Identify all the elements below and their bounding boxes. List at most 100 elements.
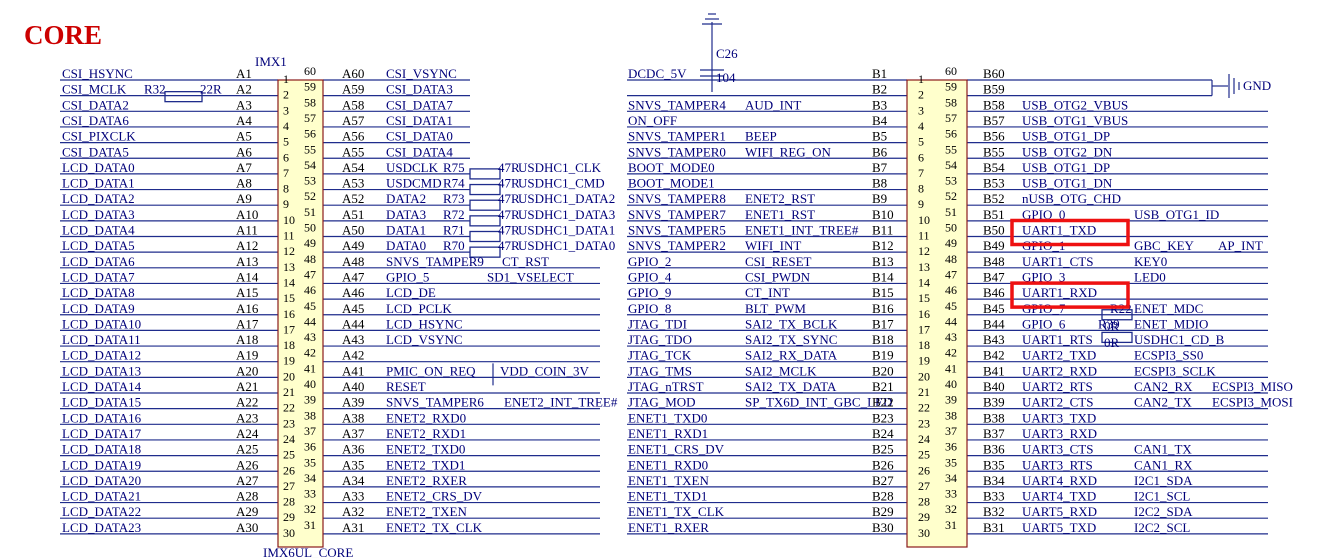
b-left-func-label: AUD_INT [745,97,801,112]
pin-b-label: B20 [872,363,894,378]
b-right-func-label: I2C1_SCL [1134,489,1190,504]
right-net-label: ENET2_RXD1 [386,426,466,441]
left-net-label: LCD_DATA2 [62,191,135,206]
pin-b-right-label: B35 [983,457,1005,472]
pin-b-label: B25 [872,442,894,457]
pin-b-right-label: B46 [983,285,1005,300]
b-left-net-label: SNVS_TAMPER5 [628,223,726,238]
pin-a-label: A3 [236,97,252,112]
pin-b-odd: 10 [918,213,930,227]
sd-resistor-ref: R73 [443,191,465,206]
b-right-net-label: UART1_CTS [1022,254,1093,269]
pin-number-even: 41 [304,361,316,375]
pin-a-right-label: A58 [342,97,364,112]
b-left-net-label: BOOT_MODE1 [628,176,715,191]
pin-a-label: A26 [236,457,259,472]
right-net-label: ENET2_TX_CLK [386,520,483,535]
pin-number-odd: 11 [283,229,295,243]
b-left-net-label: JTAG_TDO [628,332,692,347]
pin-a-label: A30 [236,520,258,535]
pin-b-even: 55 [945,142,957,156]
enet2-int-label: ENET2_INT_TREE# [504,395,618,410]
b-right-net-label: USB_OTG1_DP [1022,129,1110,144]
pin-a-label: A25 [236,442,258,457]
right-net-label: ENET2_TXEN [386,504,467,519]
b-left-net-label: DCDC_5V [628,66,687,81]
b-right-net-label: USB_OTG1_VBUS [1022,113,1128,128]
b-left-net-label: SNVS_TAMPER7 [628,207,726,222]
b-left-net-label: ENET1_RXD1 [628,426,708,441]
sd-resistor [469,230,501,243]
b-left-func-label: SAI2_RX_DATA [745,348,838,363]
b-right-net-label: UART2_CTS [1022,395,1093,410]
pin-b-right-label: B34 [983,473,1005,488]
pin-number-odd: 29 [283,510,295,524]
pin-number-even: 42 [304,346,316,360]
right-net-label: SNVS_TAMPER9 [386,254,484,269]
pin-a-label: A20 [236,363,258,378]
pin-b-label: B6 [872,144,888,159]
b-left-net-label: ENET1_TXD1 [628,489,707,504]
sd-resistor [469,199,501,211]
sd-resistor-ref: R74 [443,176,465,191]
pin-b-odd: 19 [918,354,930,368]
right-net-label: CSI_DATA1 [386,113,453,128]
b-right-net-label: UART4_RXD [1022,473,1097,488]
b-left-func-label: SAI2_TX_SYNC [745,332,837,347]
left-net-label: LCD_DATA4 [62,223,135,238]
pin-a-right-label: A50 [342,223,364,238]
pin-b-even: 41 [945,361,957,375]
pin-b-odd: 6 [918,150,924,164]
page-title: CORE [24,20,102,50]
pin-b-right-label: B43 [983,332,1005,347]
b-right-net-label: UART3_RXD [1022,426,1097,441]
pin-number-odd: 26 [283,463,295,477]
pin-number-odd: 9 [283,197,289,211]
pin-b-label: B24 [872,426,894,441]
right-net-label: DATA3 [386,207,426,222]
imx1-connector-b-body [906,79,968,548]
b-left-func-label: CT_INT [745,285,790,300]
b-right-net-label: USB_OTG1_DN [1022,176,1113,191]
pin-a-label: A14 [236,269,259,284]
sd-resistor-value: 47R [498,207,520,222]
left-net-label: CSI_DATA2 [62,97,129,112]
b-left-net-label: ENET1_RXD0 [628,457,708,472]
ecspi3-mosi-label: ECSPI3_MOSI [1212,395,1293,410]
pin-number-even: 60 [304,64,316,78]
b-left-func-label: BLT_PWM [745,301,806,316]
pin-number-even: 35 [304,455,316,469]
left-net-label: LCD_DATA23 [62,520,141,535]
pin-b-even: 40 [945,377,957,391]
sd-resistor [469,215,501,227]
pin-b-odd: 21 [918,385,930,399]
pin-b-label: B17 [872,316,894,331]
pin-number-odd: 16 [283,307,295,321]
b-left-net-label: JTAG_TCK [628,348,692,363]
b-right-func-label: I2C2_SCL [1134,520,1190,535]
pin-b-right-label: B42 [983,348,1005,363]
pin-number-even: 52 [304,189,316,203]
pin-a-right-label: A51 [342,207,364,222]
pin-number-odd: 15 [283,291,295,305]
b-right-net-label: UART3_CTS [1022,442,1093,457]
pin-b-right-label: B45 [983,301,1005,316]
b-right-net-label: UART2_RXD [1022,363,1097,378]
pin-b-label: B4 [872,113,888,128]
sd-resistor-ref: R70 [443,238,465,253]
pin-number-even: 40 [304,377,316,391]
right-net-label: LCD_DE [386,285,436,300]
right-net-label: USDCLK [386,160,439,175]
left-net-label: LCD_DATA13 [62,363,141,378]
pin-number-even: 54 [304,158,316,172]
pin-b-label: B23 [872,410,894,425]
pin-b-even: 32 [945,502,957,516]
sd-resistor-ref: R71 [443,223,465,238]
sd-net-label: USDHC1_DATA1 [518,223,615,238]
left-net-label: CSI_MCLK [62,82,127,97]
pin-b-label: B9 [872,191,887,206]
pin-number-even: 43 [304,330,316,344]
b-left-func-label: CSI_RESET [745,254,812,269]
b-left-net-label: SNVS_TAMPER4 [628,97,726,112]
pin-a-label: A16 [236,301,259,316]
